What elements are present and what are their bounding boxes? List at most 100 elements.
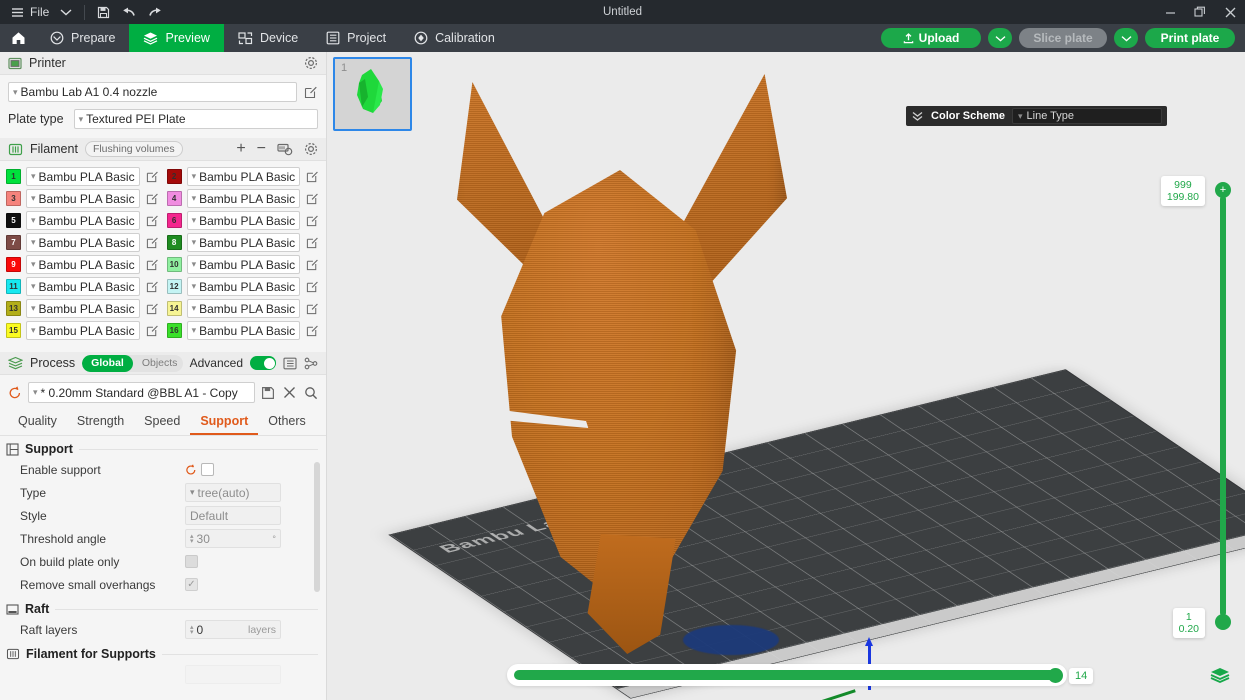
tab-support[interactable]: Support [190,410,258,435]
spinner-icon[interactable]: ▴▾ [190,534,194,544]
filament-select[interactable]: ▾Bambu PLA Basic [187,233,301,252]
undo-button[interactable] [116,0,142,24]
filament-select[interactable]: ▾Bambu PLA Basic [26,299,140,318]
enable-support-checkbox[interactable] [201,463,214,476]
scope-objects-option[interactable]: Objects [133,355,183,372]
compare-icon[interactable] [304,357,318,370]
filament-select[interactable]: ▾Bambu PLA Basic [26,167,140,186]
move-slider-track[interactable] [514,670,1060,680]
edit-filament-icon[interactable] [305,169,320,184]
scope-global-option[interactable]: Global [82,355,133,372]
edit-filament-icon[interactable] [145,301,160,316]
filament-color-swatch[interactable]: 1 [6,169,21,184]
filament-color-swatch[interactable]: 9 [6,257,21,272]
edit-filament-icon[interactable] [305,235,320,250]
plate-type-select[interactable]: ▾ Textured PEI Plate [74,109,318,129]
partial-field[interactable] [185,665,281,684]
edit-filament-icon[interactable] [305,323,320,338]
edit-filament-icon[interactable] [145,323,160,338]
tab-others[interactable]: Others [258,410,316,435]
filament-color-swatch[interactable]: 14 [167,301,182,316]
filament-color-swatch[interactable]: 10 [167,257,182,272]
edit-filament-icon[interactable] [145,169,160,184]
edit-filament-icon[interactable] [145,235,160,250]
reset-icon[interactable] [185,464,197,476]
upload-button[interactable]: Upload [881,28,981,48]
filament-select[interactable]: ▾Bambu PLA Basic [26,233,140,252]
filament-select[interactable]: ▾Bambu PLA Basic [26,321,140,340]
filament-color-swatch[interactable]: 6 [167,213,182,228]
filament-color-swatch[interactable]: 13 [6,301,21,316]
filament-select[interactable]: ▾Bambu PLA Basic [26,277,140,296]
print-dropdown-button[interactable] [1114,28,1138,48]
spinner-icon[interactable]: ▴▾ [190,625,194,635]
filament-select[interactable]: ▾Bambu PLA Basic [187,321,301,340]
edit-filament-icon[interactable] [305,279,320,294]
search-preset-icon[interactable] [304,386,318,400]
tab-device[interactable]: Device [224,24,312,52]
edit-filament-icon[interactable] [145,213,160,228]
on-build-plate-only-checkbox[interactable] [185,555,198,568]
print-plate-button[interactable]: Print plate [1145,28,1235,48]
threshold-angle-stepper[interactable]: ▴▾ 30 ° [185,529,281,548]
color-scheme-select[interactable]: ▾ Line Type [1012,108,1162,124]
support-style-select[interactable]: Default [185,506,281,525]
sliced-model[interactable] [457,82,787,622]
3d-viewport[interactable]: Bambu Lab A1 1 [327,52,1245,700]
edit-filament-icon[interactable] [305,213,320,228]
filament-color-swatch[interactable]: 2 [167,169,182,184]
filament-color-swatch[interactable]: 8 [167,235,182,250]
filament-color-swatch[interactable]: 5 [6,213,21,228]
filament-color-swatch[interactable]: 3 [6,191,21,206]
filament-select[interactable]: ▾Bambu PLA Basic [187,211,301,230]
close-button[interactable] [1215,0,1245,24]
sync-filament-icon[interactable] [277,142,293,156]
file-menu-dropdown-button[interactable] [54,0,78,24]
filament-select[interactable]: ▾Bambu PLA Basic [187,189,301,208]
redo-button[interactable] [142,0,168,24]
move-slider[interactable]: 14 [507,664,1067,686]
printer-settings-gear-icon[interactable] [304,56,318,70]
advanced-toggle[interactable] [250,356,276,370]
filament-color-swatch[interactable]: 7 [6,235,21,250]
edit-filament-icon[interactable] [145,191,160,206]
filament-select[interactable]: ▾Bambu PLA Basic [26,189,140,208]
minimize-button[interactable] [1155,0,1185,24]
move-slider-handle[interactable]: 14 [1048,668,1063,683]
process-scope-toggle[interactable]: Global Objects [82,355,182,372]
filament-select[interactable]: ▾Bambu PLA Basic [187,255,301,274]
layers-view-button[interactable] [1209,664,1231,686]
slice-dropdown-button[interactable] [988,28,1012,48]
filament-select[interactable]: ▾Bambu PLA Basic [26,211,140,230]
chevron-double-down-icon[interactable] [911,111,924,122]
edit-filament-icon[interactable] [305,257,320,272]
settings-scrollbar[interactable] [314,462,320,592]
tab-speed[interactable]: Speed [134,410,190,435]
file-menu-button[interactable]: File [8,0,54,24]
save-preset-icon[interactable] [261,386,275,400]
filament-color-swatch[interactable]: 4 [167,191,182,206]
filament-color-swatch[interactable]: 15 [6,323,21,338]
flushing-volumes-button[interactable]: Flushing volumes [85,141,183,157]
plate-thumbnail[interactable]: 1 [333,57,412,131]
filament-select[interactable]: ▾Bambu PLA Basic [187,299,301,318]
layer-slider[interactable]: + 999 199.80 1 0.20 [1219,182,1227,630]
edit-filament-icon[interactable] [145,257,160,272]
filament-select[interactable]: ▾Bambu PLA Basic [26,255,140,274]
slice-plate-button[interactable]: Slice plate [1019,28,1107,48]
reset-icon[interactable] [8,386,22,400]
printer-model-select[interactable]: ▾ Bambu Lab A1 0.4 nozzle [8,82,297,102]
home-button[interactable] [0,24,36,52]
delete-preset-icon[interactable] [283,386,296,399]
filament-color-swatch[interactable]: 16 [167,323,182,338]
remove-small-overhangs-checkbox[interactable]: ✓ [185,578,198,591]
remove-filament-button[interactable]: − [257,141,266,157]
tab-preview[interactable]: Preview [129,24,223,52]
filament-select[interactable]: ▾Bambu PLA Basic [187,277,301,296]
restore-button[interactable] [1185,0,1215,24]
edit-filament-icon[interactable] [305,301,320,316]
save-button[interactable] [91,0,116,24]
filament-color-swatch[interactable]: 12 [167,279,182,294]
tab-prepare[interactable]: Prepare [36,24,129,52]
edit-printer-icon[interactable] [303,85,318,100]
